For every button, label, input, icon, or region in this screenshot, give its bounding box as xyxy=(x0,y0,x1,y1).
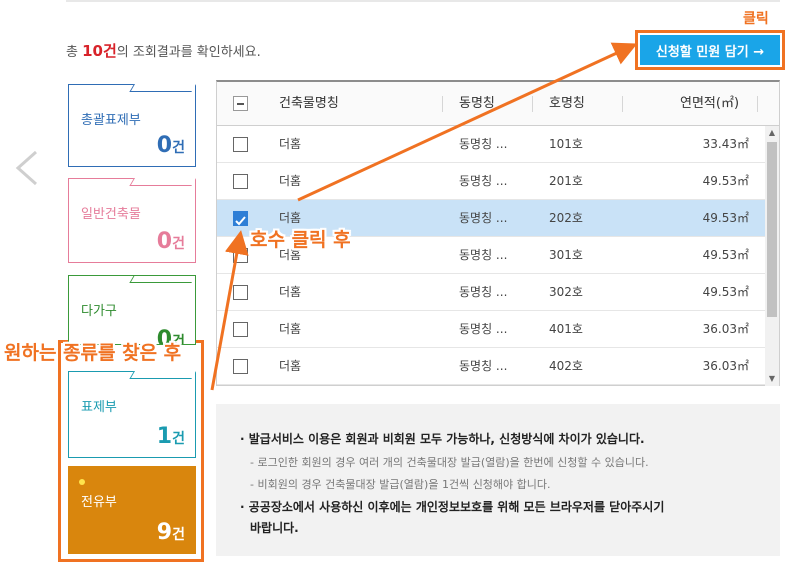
row-checkbox[interactable] xyxy=(233,322,248,337)
row-checkbox[interactable] xyxy=(233,137,248,152)
scroll-up-icon[interactable]: ▲ xyxy=(765,126,779,140)
scroll-down-icon[interactable]: ▼ xyxy=(765,372,779,386)
result-summary: 총 10건의 조회결과를 확인하세요. xyxy=(66,42,261,60)
result-count: 10건 xyxy=(82,42,117,60)
row-checkbox[interactable] xyxy=(233,359,248,374)
add-request-button[interactable]: 신청할 민원 담기 → xyxy=(640,35,780,65)
category-card-jeonyu[interactable]: 전유부 9건 xyxy=(68,466,196,554)
select-all-checkbox[interactable] xyxy=(233,96,248,111)
row-checkbox[interactable] xyxy=(233,285,248,300)
table-row[interactable]: 더홈 동명칭 ... 302호 49.53㎡ xyxy=(217,274,765,311)
table-header: 건축물명칭 동명칭 호명칭 연면적(㎡) xyxy=(217,82,779,126)
header-dong: 동명칭 xyxy=(459,96,495,111)
scrollbar-thumb[interactable] xyxy=(767,142,777,317)
category-card-ilban[interactable]: 일반건축물 0건 xyxy=(68,178,196,263)
prev-arrow-icon[interactable] xyxy=(8,148,46,188)
table-row[interactable]: 더홈 동명칭 ... 201호 49.53㎡ xyxy=(217,163,765,200)
notice-box: · 발급서비스 이용은 회원과 비회원 모두 가능하나, 신청방식에 차이가 있… xyxy=(216,404,780,556)
selected-dot-icon xyxy=(79,479,85,485)
click-annotation: 클릭 xyxy=(743,11,769,27)
top-divider xyxy=(66,0,780,2)
header-building-name: 건축물명칭 xyxy=(279,96,339,111)
row-checkbox[interactable] xyxy=(233,174,248,189)
header-ho: 호명칭 xyxy=(549,96,585,111)
category-card-pyoje[interactable]: 표제부 1건 xyxy=(68,371,196,458)
header-area: 연면적(㎡) xyxy=(680,96,740,111)
category-card-chonggwal[interactable]: 총괄표제부 0건 xyxy=(68,84,196,167)
row-checkbox[interactable] xyxy=(233,248,248,263)
table-scrollbar[interactable]: ▲ ▼ xyxy=(765,126,779,386)
room-click-annotation: 호수 클릭 후 xyxy=(250,229,351,251)
add-request-button-highlight: 신청할 민원 담기 → xyxy=(635,30,785,70)
table-row[interactable]: 더홈 동명칭 ... 402호 36.03㎡ xyxy=(217,348,765,385)
table-row[interactable]: 더홈 동명칭 ... 101호 33.43㎡ xyxy=(217,126,765,163)
check-icon xyxy=(235,216,246,226)
row-checkbox-checked[interactable] xyxy=(233,211,248,226)
type-select-annotation: 원하는 종류를 찾은 후 xyxy=(4,342,182,364)
table-row[interactable]: 더홈 동명칭 ... 401호 36.03㎡ xyxy=(217,311,765,348)
category-card-dagagu[interactable]: 다가구 0건 xyxy=(68,275,196,345)
